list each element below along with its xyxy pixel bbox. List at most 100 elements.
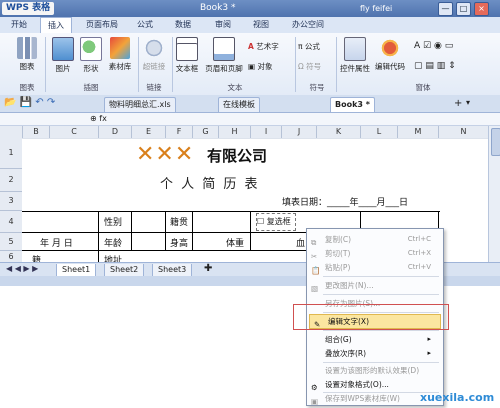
paste-icon: 📋 — [311, 266, 321, 275]
hyperlink-icon — [144, 37, 164, 59]
new-tab-icon[interactable]: + — [454, 98, 462, 109]
row-header-3[interactable]: 3 — [0, 192, 23, 211]
control-properties-button[interactable]: 控件属性 — [340, 37, 370, 74]
minimize-button[interactable]: — — [438, 2, 453, 16]
cut-icon: ✂ — [311, 252, 318, 261]
tab-insert[interactable]: 插入 — [40, 17, 72, 34]
menu-item-order[interactable]: 叠放次序(R) ▸ — [307, 347, 443, 360]
row-header-5[interactable]: 5 — [0, 233, 23, 251]
group-divider — [45, 37, 46, 92]
label-control-icon: A — [414, 41, 421, 51]
col-header-n[interactable]: N — [439, 126, 489, 138]
col-header-d[interactable]: D — [99, 126, 132, 138]
col-header-i[interactable]: I — [251, 126, 282, 138]
add-sheet-icon[interactable]: ✚ — [204, 263, 212, 274]
tab-data[interactable]: 数据 — [170, 17, 196, 33]
menu-item-cut[interactable]: ✂ 剪切(T) Ctrl+X — [307, 247, 443, 261]
scrollbar-thumb[interactable] — [491, 128, 500, 156]
textbox-control-icon: ▭ — [444, 41, 454, 51]
wordart-icon: A — [248, 42, 254, 51]
table-border — [192, 211, 193, 251]
row-header-2[interactable]: 2 — [0, 169, 23, 192]
wordart-button[interactable]: A 艺术字 — [248, 41, 279, 52]
control-properties-icon — [344, 37, 366, 61]
col-header-g[interactable]: G — [193, 126, 219, 138]
tab-review[interactable]: 审阅 — [210, 17, 236, 33]
symbol-button[interactable]: Ω 符号 — [298, 61, 321, 72]
tab-page-layout[interactable]: 页面布局 — [80, 17, 124, 33]
undo-icon[interactable]: ↶ — [35, 97, 43, 108]
doc-tab-material-summary[interactable]: 物料明细总汇.xls — [104, 97, 176, 112]
picture-button[interactable]: 图片 — [50, 37, 76, 74]
doc-tab-book3[interactable]: Book3 * — [330, 97, 375, 112]
form-controls-row1[interactable]: A ☑ ◉ ▭ — [414, 41, 453, 51]
maximize-button[interactable]: □ — [456, 2, 471, 16]
format-object-icon: ⚙ — [311, 383, 318, 392]
tab-view[interactable]: 视图 — [248, 17, 274, 33]
menu-tab-bar: 开始 插入 页面布局 公式 数据 审阅 视图 办公空间 — [0, 17, 500, 34]
col-header-f[interactable]: F — [166, 126, 193, 138]
list-control-icon: ▤ — [425, 61, 434, 71]
material-library-button[interactable]: 素材库 — [106, 37, 134, 72]
label-birth-date: 年 月 日 — [40, 239, 73, 249]
tab-home[interactable]: 开始 — [6, 17, 32, 33]
title-bar: WPS 表格 Book3 * fly feifei — □ × — [0, 0, 500, 17]
menu-item-copy[interactable]: ⧉ 复制(C) Ctrl+C — [307, 233, 443, 247]
formula-bar[interactable]: ⊕ fx — [0, 113, 500, 126]
tab-office-space[interactable]: 办公空间 — [286, 17, 330, 33]
col-header-b[interactable]: B — [23, 126, 50, 138]
header-footer-icon — [213, 37, 235, 61]
vertical-scrollbar[interactable] — [488, 126, 500, 262]
menu-item-paste[interactable]: 📋 粘贴(P) Ctrl+V — [307, 261, 443, 275]
user-name[interactable]: fly feifei — [360, 2, 392, 15]
formula-button[interactable]: π 公式 — [298, 41, 320, 52]
open-icon[interactable]: 📂 — [4, 97, 16, 108]
save-icon[interactable]: 💾 — [20, 97, 32, 108]
col-header-c[interactable]: C — [50, 126, 99, 138]
group-label-chart: 图表 — [19, 83, 35, 92]
chart-button[interactable]: 图表 — [14, 37, 40, 72]
quick-access-icons[interactable]: 📂 💾 ↶ ↷ — [4, 97, 55, 108]
checkbox-control[interactable]: ☐ 复选框 — [256, 213, 296, 231]
menu-item-format-object[interactable]: ⚙ 设置对象格式(O)... — [307, 378, 443, 392]
select-all-corner[interactable] — [0, 126, 23, 138]
group-label-symbols: 符号 — [309, 83, 325, 92]
col-header-e[interactable]: E — [132, 126, 166, 138]
col-header-l[interactable]: L — [361, 126, 398, 138]
edit-code-icon — [380, 37, 400, 59]
close-button[interactable]: × — [474, 2, 489, 16]
doc-tab-online-templates[interactable]: 在线模板 — [218, 97, 260, 112]
col-header-k[interactable]: K — [317, 126, 361, 138]
spin-control-icon: ⇕ — [448, 61, 456, 71]
hyperlink-button[interactable]: 超链接 — [140, 37, 168, 72]
menu-separator — [323, 294, 439, 295]
object-button[interactable]: ▣ 对象 — [248, 61, 272, 72]
row-header-4[interactable]: 4 — [0, 211, 23, 233]
col-header-m[interactable]: M — [398, 126, 439, 138]
textbox-button[interactable]: 文本框 — [174, 37, 200, 74]
menu-item-set-default-effect[interactable]: 设置为该图形的默认效果(D) — [307, 364, 443, 377]
sheet-nav-arrows[interactable]: ◀ ◀ ▶ ▶ — [6, 264, 38, 273]
label-weight: 体重 — [226, 239, 245, 249]
ribbon: 图表 图片 形状 素材库 超链接 文本框 页眉和页脚 A 艺术字 ▣ 对象 π … — [0, 33, 500, 96]
menu-item-group[interactable]: 组合(G) ▸ — [307, 333, 443, 346]
menu-item-change-picture[interactable]: ▧ 更改图片(N)... — [307, 279, 443, 293]
table-border — [22, 211, 440, 212]
header-footer-button[interactable]: 页眉和页脚 — [204, 37, 244, 74]
fx-icon[interactable]: ⊕ fx — [90, 114, 107, 123]
shapes-button[interactable]: 形状 — [78, 37, 104, 74]
resume-title: 个 人 简 历 表 — [160, 177, 260, 192]
edit-code-button[interactable]: 编辑代码 — [374, 37, 406, 72]
form-controls-row2[interactable]: ▢ ▤ ▥ ⇕ — [414, 61, 456, 71]
change-picture-icon: ▧ — [311, 284, 319, 293]
col-header-j[interactable]: J — [282, 126, 317, 138]
col-header-h[interactable]: H — [219, 126, 251, 138]
tab-formulas[interactable]: 公式 — [132, 17, 158, 33]
watermark-text: xuexila.com — [420, 391, 495, 404]
row-header-1[interactable]: 1 — [0, 138, 23, 169]
label-native-place: 籍贯 — [170, 218, 189, 228]
app-menu-button[interactable]: WPS 表格 — [2, 2, 55, 15]
picture-icon — [52, 37, 74, 61]
tab-list-icon[interactable]: ▾ — [466, 98, 470, 107]
redo-icon[interactable]: ↷ — [47, 97, 55, 108]
